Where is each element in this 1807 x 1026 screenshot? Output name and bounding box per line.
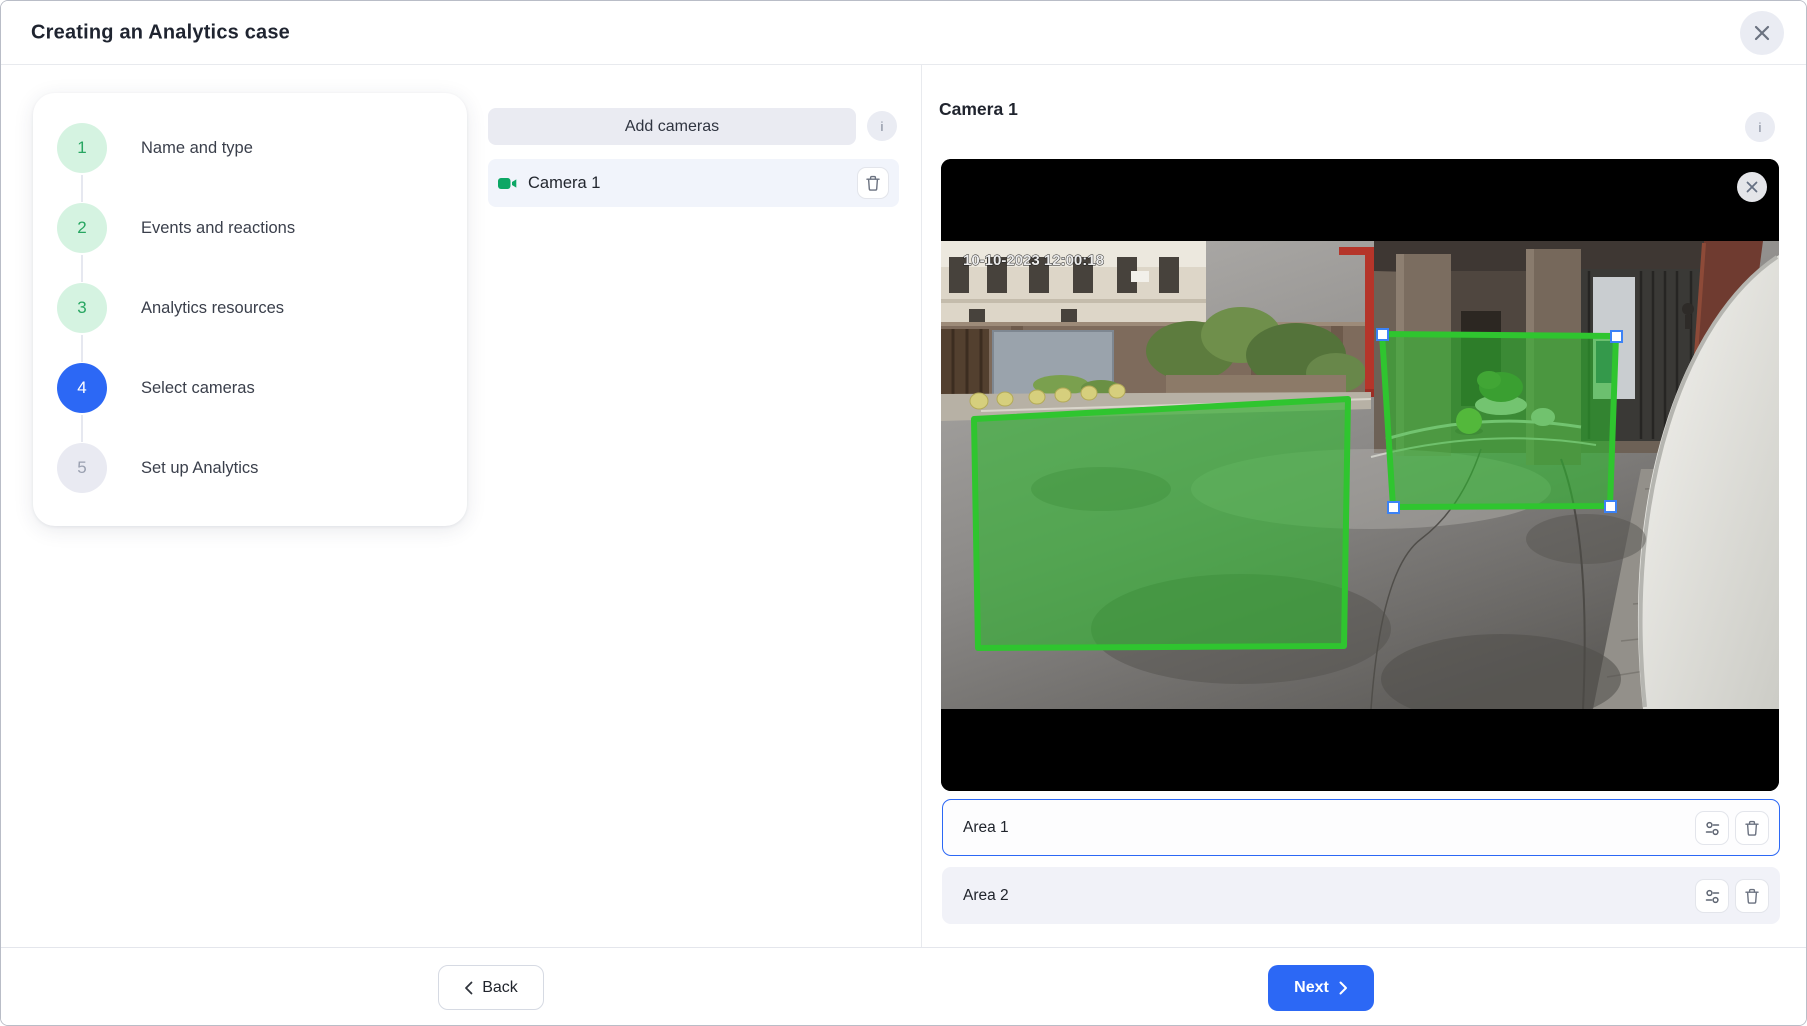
step-label: Analytics resources [141, 299, 284, 318]
camera-frame-image: 10-10-2023 12:00:18 [941, 159, 1779, 791]
delete-area-button[interactable] [1735, 811, 1769, 845]
area-row-1[interactable]: Area 1 [942, 799, 1780, 856]
wizard-stepper: 1 Name and type 2 Events and reactions 3… [33, 93, 467, 526]
close-icon [1754, 25, 1770, 41]
camera-name: Camera 1 [528, 174, 600, 193]
step-select-cameras[interactable]: 4 Select cameras [33, 348, 467, 428]
camera-list-item[interactable]: Camera 1 [488, 159, 899, 207]
chevron-left-icon [464, 981, 473, 995]
preview-info-button[interactable]: i [1745, 112, 1775, 142]
dialog-footer: Back Next [1, 947, 1806, 1025]
area-name: Area 2 [963, 887, 1009, 905]
next-button-label: Next [1294, 979, 1329, 997]
dialog-header: Creating an Analytics case [1, 1, 1806, 65]
dialog-title: Creating an Analytics case [31, 21, 290, 44]
column-divider [921, 65, 922, 949]
videocam-icon [498, 176, 518, 191]
step-analytics-resources[interactable]: 3 Analytics resources [33, 268, 467, 348]
step-number-badge: 5 [57, 443, 107, 493]
back-button-label: Back [482, 979, 518, 997]
step-number-badge: 2 [57, 203, 107, 253]
step-label: Select cameras [141, 379, 255, 398]
step-label: Events and reactions [141, 219, 295, 238]
tune-sliders-icon [1704, 820, 1721, 837]
video-timestamp: 10-10-2023 12:00:18 [963, 252, 1104, 269]
step-number-badge: 3 [57, 283, 107, 333]
step-set-up-analytics[interactable]: 5 Set up Analytics [33, 428, 467, 508]
step-label: Set up Analytics [141, 459, 258, 478]
area-settings-button[interactable] [1695, 879, 1729, 913]
step-number-badge: 1 [57, 123, 107, 173]
step-label: Name and type [141, 139, 253, 158]
camera-video-preview[interactable]: 10-10-2023 12:00:18 [941, 159, 1779, 791]
dialog-close-button[interactable] [1740, 11, 1784, 55]
area-settings-button[interactable] [1695, 811, 1729, 845]
info-icon: i [881, 119, 884, 134]
step-name-and-type[interactable]: 1 Name and type [33, 108, 467, 188]
delete-camera-button[interactable] [857, 167, 889, 199]
tune-sliders-icon [1704, 888, 1721, 905]
next-button[interactable]: Next [1268, 965, 1374, 1011]
analytics-area-2-polygon[interactable] [974, 399, 1348, 648]
area-row-2[interactable]: Area 2 [942, 867, 1780, 924]
video-close-button[interactable] [1737, 172, 1767, 202]
preview-camera-title: Camera 1 [939, 99, 1018, 120]
add-cameras-button[interactable]: Add cameras [488, 108, 856, 145]
step-number-badge: 4 [57, 363, 107, 413]
analytics-area-1-polygon[interactable] [1377, 329, 1622, 513]
step-events-and-reactions[interactable]: 2 Events and reactions [33, 188, 467, 268]
info-icon: i [1759, 120, 1762, 135]
create-analytics-case-dialog: Creating an Analytics case 1 Name and ty… [0, 0, 1807, 1026]
chevron-right-icon [1339, 981, 1348, 995]
trash-icon [865, 175, 881, 192]
back-button[interactable]: Back [438, 965, 544, 1010]
area-name: Area 1 [963, 819, 1009, 837]
trash-icon [1744, 820, 1760, 837]
cameras-info-button[interactable]: i [867, 111, 897, 141]
trash-icon [1744, 888, 1760, 905]
close-icon [1746, 181, 1758, 193]
delete-area-button[interactable] [1735, 879, 1769, 913]
